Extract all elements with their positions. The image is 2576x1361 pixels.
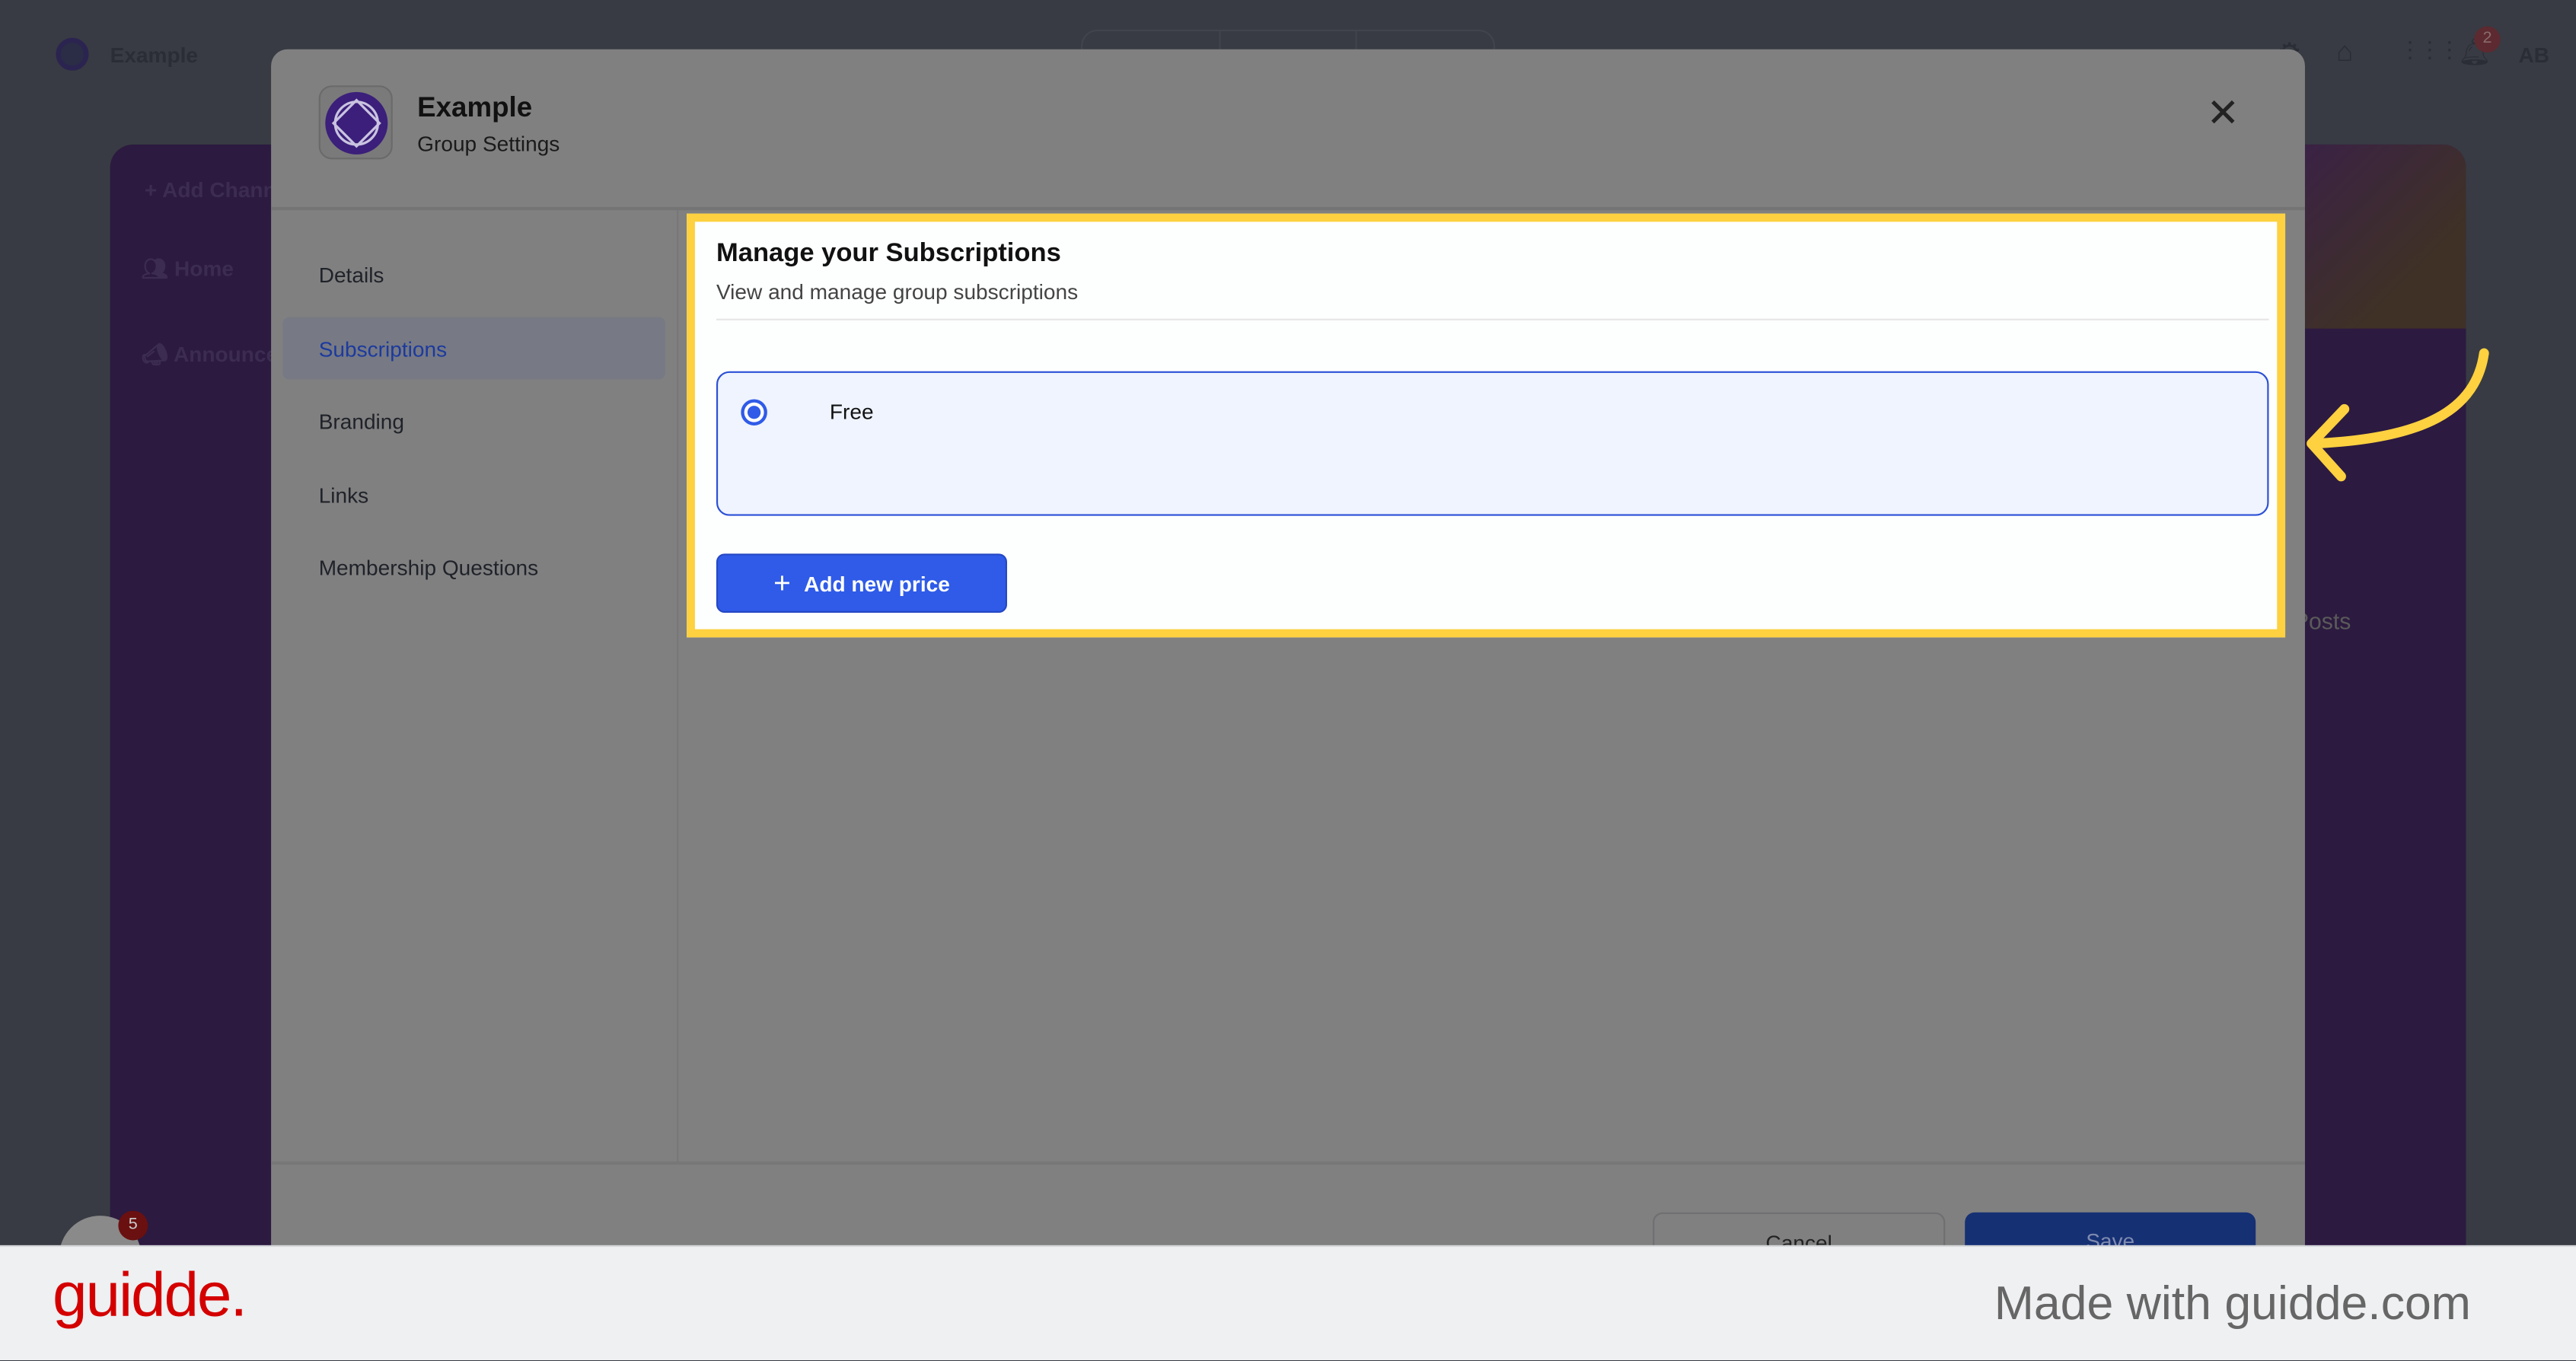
- sidebar-item-home[interactable]: 👥︎ Home: [142, 257, 234, 283]
- nav-membership-questions[interactable]: Membership Questions: [319, 555, 538, 579]
- plan-card-free[interactable]: [716, 371, 2269, 516]
- plus-icon: +: [773, 566, 791, 600]
- nav-subscriptions[interactable]: Subscriptions: [319, 336, 447, 361]
- header-divider: [271, 206, 2305, 211]
- section-subtitle: View and manage group subscriptions: [716, 279, 1079, 304]
- section-divider: [716, 318, 2269, 320]
- footer-tagline: Made with guidde.com: [1994, 1278, 2471, 1331]
- add-price-label: Add new price: [804, 570, 950, 596]
- user-avatar[interactable]: AB: [2519, 43, 2550, 67]
- home-icon[interactable]: ⌂: [2336, 36, 2353, 69]
- cover-image: [2304, 144, 2466, 329]
- notification-badge: 2: [2474, 26, 2501, 53]
- app-name: Example: [110, 43, 199, 68]
- chat-badge: 5: [118, 1210, 148, 1241]
- add-new-price-button[interactable]: + Add new price: [716, 553, 1007, 614]
- group-logo-icon: [324, 91, 387, 154]
- nav-details[interactable]: Details: [319, 263, 384, 287]
- radio-dot: [747, 406, 761, 419]
- apps-grid-icon[interactable]: ⋮⋮⋮: [2399, 36, 2461, 64]
- pointer-arrow-icon: [2307, 348, 2489, 482]
- sidebar-label: Home: [174, 256, 234, 282]
- nav-links[interactable]: Links: [319, 483, 369, 508]
- modal-title: Example: [417, 91, 533, 123]
- nav-branding[interactable]: Branding: [319, 409, 404, 433]
- plan-label: Free: [829, 399, 874, 424]
- app-logo-icon: [56, 37, 89, 71]
- plan-radio[interactable]: [741, 399, 767, 426]
- group-logo: [318, 85, 393, 160]
- nav-divider: [677, 210, 679, 1164]
- section-title: Manage your Subscriptions: [716, 240, 1061, 268]
- modal-subtitle: Group Settings: [417, 131, 560, 157]
- close-icon[interactable]: ✕: [2206, 94, 2239, 135]
- guidde-logo: guidde.: [53, 1261, 247, 1331]
- footer-divider: [271, 1161, 2305, 1165]
